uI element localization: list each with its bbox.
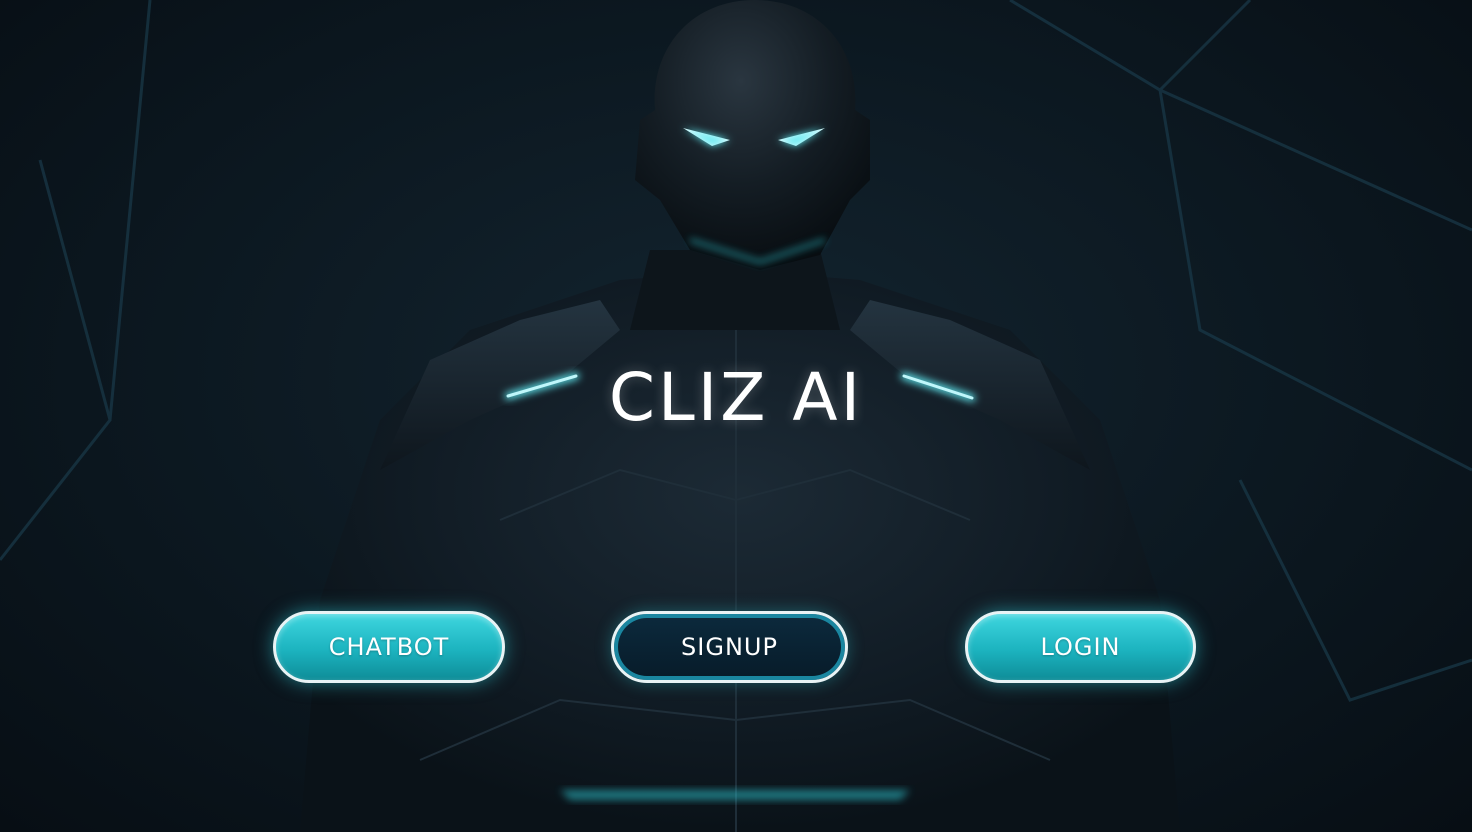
robot-belt <box>560 790 910 800</box>
login-button[interactable]: LOGIN <box>965 611 1196 683</box>
brand-logo: CLIZ AI <box>608 359 864 436</box>
chatbot-button[interactable]: CHATBOT <box>273 611 505 683</box>
landing-screen: CLIZ AI CHATBOT SIGNUP LOGIN <box>0 0 1472 832</box>
robot-torso <box>300 270 1180 832</box>
robot-head <box>635 0 870 270</box>
signup-button[interactable]: SIGNUP <box>611 611 848 683</box>
